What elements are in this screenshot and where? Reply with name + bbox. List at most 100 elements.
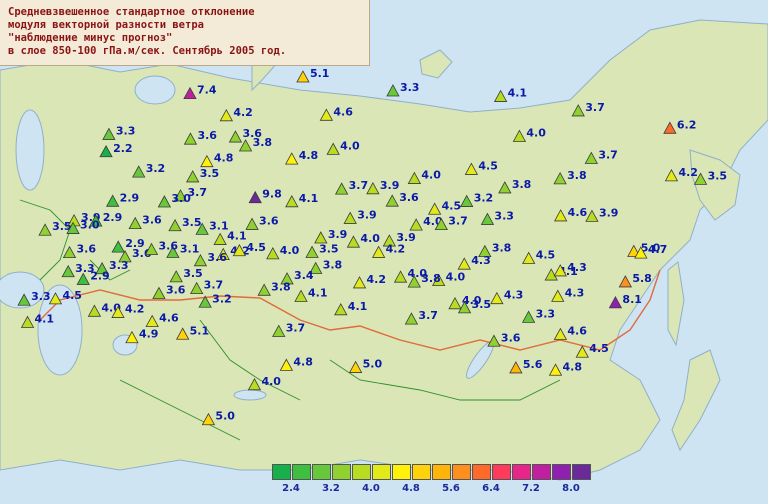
- legend-swatch: [432, 464, 451, 480]
- title-line-2: модуля векторной разности ветра: [8, 19, 204, 31]
- title-line-3: "наблюдение минус прогноз": [8, 32, 173, 44]
- station-value: 9.8: [262, 188, 282, 201]
- station-value: 3.3: [494, 209, 514, 222]
- title-line-1: Средневзвешенное стандартное отклонение: [8, 6, 255, 18]
- legend-label: 2.4: [282, 483, 300, 494]
- baltic-sea: [15, 109, 45, 191]
- station-value: 3.7: [286, 321, 306, 334]
- legend-swatch: [412, 464, 431, 480]
- station-value: 3.9: [599, 206, 619, 219]
- station-value: 3.3: [31, 290, 50, 303]
- station-value: 4.0: [446, 271, 466, 284]
- station-value: 3.6: [197, 129, 217, 142]
- legend-swatch: [292, 464, 311, 480]
- station-value: 4.1: [348, 300, 368, 313]
- legend-label: 5.6: [442, 483, 460, 494]
- station-value: 4.2: [678, 166, 698, 179]
- station-value: 3.6: [259, 214, 279, 227]
- station-value: 4.1: [35, 312, 55, 325]
- station-value: 4.3: [504, 289, 524, 302]
- station-value: 3.9: [357, 208, 377, 221]
- legend-swatch: [552, 464, 571, 480]
- station-value: 3.7: [448, 215, 468, 228]
- lake-balkhash: [233, 389, 267, 401]
- station-value: 3.0: [80, 219, 100, 232]
- station-value: 4.2: [125, 303, 145, 316]
- station-value: 3.9: [380, 179, 400, 192]
- station-value: 3.7: [585, 101, 605, 114]
- station-value: 3.0: [171, 192, 191, 205]
- station-value: 4.3: [567, 261, 587, 274]
- station-value: 5.0: [363, 358, 383, 371]
- station-value: 4.6: [567, 325, 587, 338]
- station-value: 4.5: [536, 249, 556, 262]
- legend-label: 6.4: [482, 483, 500, 494]
- map-svg: 3.32.23.23.64.27.45.14.83.72.93.93.52.9 3…: [0, 0, 768, 500]
- station-value: 8.1: [622, 293, 642, 306]
- station-value: 2.2: [113, 142, 133, 155]
- station-value: 3.2: [146, 162, 166, 175]
- station-value: 3.6: [207, 251, 227, 264]
- station-value: 5.1: [190, 324, 210, 337]
- legend-label: 4.0: [362, 483, 380, 494]
- station-value: 3.3: [116, 124, 135, 137]
- legend-label: 4.8: [402, 483, 420, 494]
- color-legend: 2.4 3.2 4.0 4.8 5.6 6.4 7.2 8.0: [272, 464, 598, 494]
- station-value: 3.6: [399, 191, 419, 204]
- station-value: 4.3: [471, 254, 491, 267]
- station-value: 3.3: [109, 259, 128, 272]
- station-value: 3.4: [294, 269, 314, 282]
- station-value: 4.2: [386, 242, 406, 255]
- station-value: 4.8: [299, 149, 319, 162]
- station-value: 3.5: [708, 169, 728, 182]
- legend-swatch: [332, 464, 351, 480]
- station-value: 5.8: [632, 272, 652, 285]
- station-value: 7.4: [197, 84, 217, 97]
- legend-swatch: [492, 464, 511, 480]
- station-value: 4.5: [478, 159, 498, 172]
- station-value: 3.8: [421, 272, 441, 285]
- legend-swatch: [272, 464, 291, 480]
- station-value: 4.0: [526, 126, 546, 139]
- station-value: 4.0: [280, 244, 300, 257]
- station-value: 4.5: [442, 199, 462, 212]
- station-value: 4.0: [261, 375, 281, 388]
- station-value: 3.8: [512, 178, 532, 191]
- station-value: 3.3: [400, 81, 420, 94]
- station-value: 3.6: [166, 284, 186, 297]
- station-value: 4.6: [568, 206, 588, 219]
- station-value: 3.8: [567, 169, 587, 182]
- station-value: 3.5: [200, 167, 220, 180]
- legend-swatch: [312, 464, 331, 480]
- station-value: 4.1: [299, 192, 319, 205]
- station-value: 3.1: [180, 243, 200, 256]
- station-value: 3.2: [474, 192, 494, 205]
- legend-swatch: [452, 464, 471, 480]
- station-value: 4.6: [159, 312, 179, 325]
- legend-swatch: [472, 464, 491, 480]
- station-value: 4.3: [565, 286, 585, 299]
- station-value: 4.8: [293, 355, 313, 368]
- station-value: 4.9: [139, 328, 159, 341]
- station-value: 4.1: [308, 286, 328, 299]
- station-value: 3.6: [142, 214, 162, 227]
- station-value: 3.1: [209, 219, 229, 232]
- station-value: 4.2: [233, 106, 253, 119]
- station-value: 3.6: [77, 243, 97, 256]
- station-value: 3.9: [328, 228, 348, 241]
- station-value: 3.2: [212, 292, 232, 305]
- legend-swatch: [392, 464, 411, 480]
- station-value: 3.8: [323, 259, 343, 272]
- station-value: 3.5: [319, 242, 339, 255]
- station-value: 3.7: [598, 148, 618, 161]
- station-value: 4.5: [246, 241, 266, 254]
- legend-label: 3.2: [322, 483, 340, 494]
- station-value: 3.5: [183, 267, 203, 280]
- station-value: 4.7: [648, 243, 668, 256]
- station-value: 2.9: [103, 211, 123, 224]
- station-value: 3.6: [501, 331, 521, 344]
- white-sea: [134, 75, 176, 105]
- station-value: 6.2: [677, 118, 697, 131]
- station-value: 3.6: [159, 240, 179, 253]
- station-value: 3.5: [472, 298, 492, 311]
